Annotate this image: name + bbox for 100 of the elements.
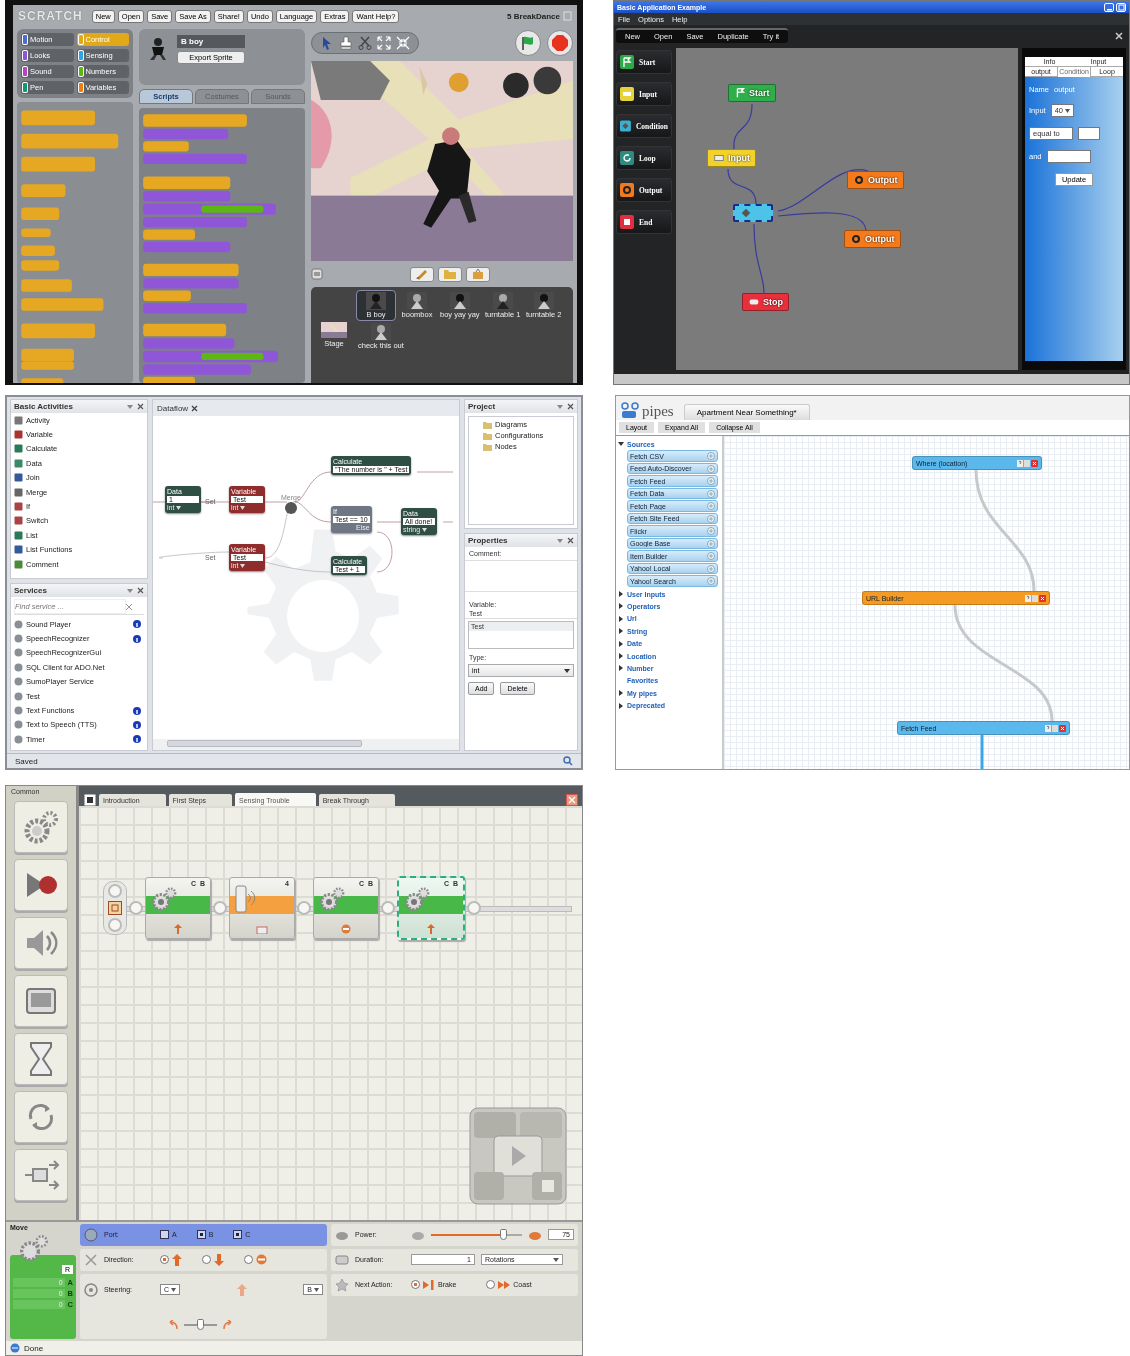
add-icon[interactable] bbox=[707, 489, 715, 498]
expanded-caret-icon bbox=[618, 441, 624, 448]
steering-icon bbox=[84, 1282, 98, 1297]
slider-thumb[interactable] bbox=[196, 1319, 204, 1331]
open-sprite-button[interactable] bbox=[438, 266, 462, 282]
radio-button[interactable] bbox=[202, 1255, 211, 1265]
coast-icon bbox=[498, 1279, 511, 1290]
close-icon[interactable] bbox=[1059, 724, 1066, 732]
add-icon[interactable] bbox=[707, 539, 715, 548]
merge-node[interactable] bbox=[283, 501, 298, 515]
palette-tile[interactable] bbox=[14, 917, 68, 969]
add-icon[interactable] bbox=[707, 452, 715, 461]
minimize-button[interactable] bbox=[1104, 2, 1114, 12]
up-arrow-icon bbox=[172, 1253, 182, 1266]
flow-node[interactable]: Stop bbox=[742, 293, 789, 311]
checkbox[interactable] bbox=[160, 1230, 169, 1240]
sprite-name-field[interactable]: B boy bbox=[177, 35, 245, 48]
expand-icon[interactable] bbox=[377, 36, 391, 50]
connector-socket bbox=[108, 884, 122, 898]
info-icon[interactable] bbox=[133, 620, 141, 629]
help-icon[interactable] bbox=[1045, 724, 1051, 732]
brake-icon bbox=[423, 1279, 435, 1290]
dropdown-icon[interactable] bbox=[127, 587, 133, 594]
radio-button[interactable] bbox=[486, 1280, 496, 1290]
value-dropdown[interactable] bbox=[1078, 127, 1100, 140]
add-icon[interactable] bbox=[707, 564, 715, 573]
connector-socket bbox=[467, 901, 481, 915]
pipes-logo-icon bbox=[620, 402, 640, 420]
flow-node[interactable] bbox=[733, 204, 773, 222]
value-dropdown[interactable] bbox=[1046, 150, 1091, 163]
close-icon[interactable] bbox=[137, 403, 144, 410]
palette-tile[interactable] bbox=[14, 1149, 68, 1201]
paint-sprite-button[interactable] bbox=[410, 266, 434, 282]
add-icon[interactable] bbox=[707, 577, 715, 586]
connector-socket bbox=[381, 901, 395, 915]
close-icon[interactable] bbox=[1039, 594, 1046, 602]
turtle-icon bbox=[411, 1229, 425, 1240]
close-icon[interactable] bbox=[567, 403, 574, 410]
caret-icon bbox=[564, 668, 570, 673]
palette-tile[interactable] bbox=[14, 1091, 68, 1143]
shrink-icon[interactable] bbox=[396, 36, 410, 50]
dropdown-icon[interactable] bbox=[557, 537, 563, 544]
connector bbox=[727, 168, 757, 205]
add-icon[interactable] bbox=[707, 527, 715, 536]
flag-icon bbox=[734, 87, 746, 99]
close-icon[interactable] bbox=[191, 404, 199, 412]
up-arrow-icon bbox=[235, 1282, 248, 1297]
close-icon[interactable] bbox=[567, 537, 574, 544]
add-icon[interactable] bbox=[707, 477, 715, 486]
palette-tile[interactable] bbox=[14, 1033, 68, 1085]
dropdown-icon[interactable] bbox=[127, 403, 133, 410]
info-icon[interactable] bbox=[133, 735, 141, 744]
close-icon[interactable] bbox=[137, 587, 144, 594]
add-icon[interactable] bbox=[707, 514, 715, 523]
add-icon[interactable] bbox=[707, 552, 715, 561]
caret-icon bbox=[314, 1287, 319, 1292]
flag-icon bbox=[520, 35, 536, 51]
tab[interactable]: Dataflow bbox=[157, 403, 189, 413]
close-icon[interactable] bbox=[1031, 459, 1038, 467]
clear-icon[interactable] bbox=[126, 603, 132, 610]
caret-icon bbox=[1065, 108, 1071, 113]
comment-field[interactable] bbox=[465, 560, 577, 592]
dropdown-icon[interactable] bbox=[557, 403, 563, 410]
browser-icon bbox=[10, 1343, 20, 1354]
connector-socket bbox=[213, 901, 227, 915]
radio-button[interactable] bbox=[411, 1280, 420, 1290]
tab[interactable]: Apartment Near Something* bbox=[683, 404, 810, 420]
checkbox[interactable] bbox=[233, 1230, 243, 1240]
panel-title: Project bbox=[468, 402, 496, 411]
run-button[interactable] bbox=[515, 30, 541, 56]
radio-button[interactable] bbox=[244, 1255, 253, 1265]
stamp-icon[interactable] bbox=[339, 36, 353, 50]
palette-tile[interactable] bbox=[14, 975, 68, 1027]
presentation-icon[interactable] bbox=[311, 268, 323, 280]
checkbox[interactable] bbox=[196, 1230, 206, 1240]
slider-thumb[interactable] bbox=[499, 1228, 507, 1240]
info-icon[interactable] bbox=[133, 720, 141, 729]
close-icon[interactable] bbox=[566, 794, 578, 806]
scissors-icon[interactable] bbox=[358, 36, 372, 50]
up-arrow-icon bbox=[426, 924, 436, 934]
add-icon[interactable] bbox=[707, 464, 715, 473]
palette-tile[interactable] bbox=[14, 859, 68, 911]
document-icon[interactable] bbox=[84, 794, 96, 806]
add-icon[interactable] bbox=[707, 502, 715, 511]
info-icon[interactable] bbox=[133, 706, 141, 715]
hare-icon bbox=[528, 1229, 542, 1240]
radio-button[interactable] bbox=[160, 1255, 169, 1265]
help-icon[interactable] bbox=[1017, 459, 1023, 467]
maximize-button[interactable] bbox=[1116, 2, 1126, 12]
folder-icon bbox=[443, 268, 457, 280]
random-sprite-button[interactable] bbox=[466, 266, 490, 282]
connector bbox=[733, 103, 753, 150]
stop-button[interactable] bbox=[547, 30, 573, 56]
stop-icon bbox=[551, 34, 569, 52]
palette-tile[interactable] bbox=[14, 801, 68, 853]
scrollbar[interactable] bbox=[153, 739, 459, 750]
help-icon[interactable] bbox=[1025, 594, 1031, 602]
zoom-icon[interactable] bbox=[563, 756, 573, 766]
duration-icon bbox=[335, 1252, 349, 1267]
info-icon[interactable] bbox=[133, 634, 141, 643]
